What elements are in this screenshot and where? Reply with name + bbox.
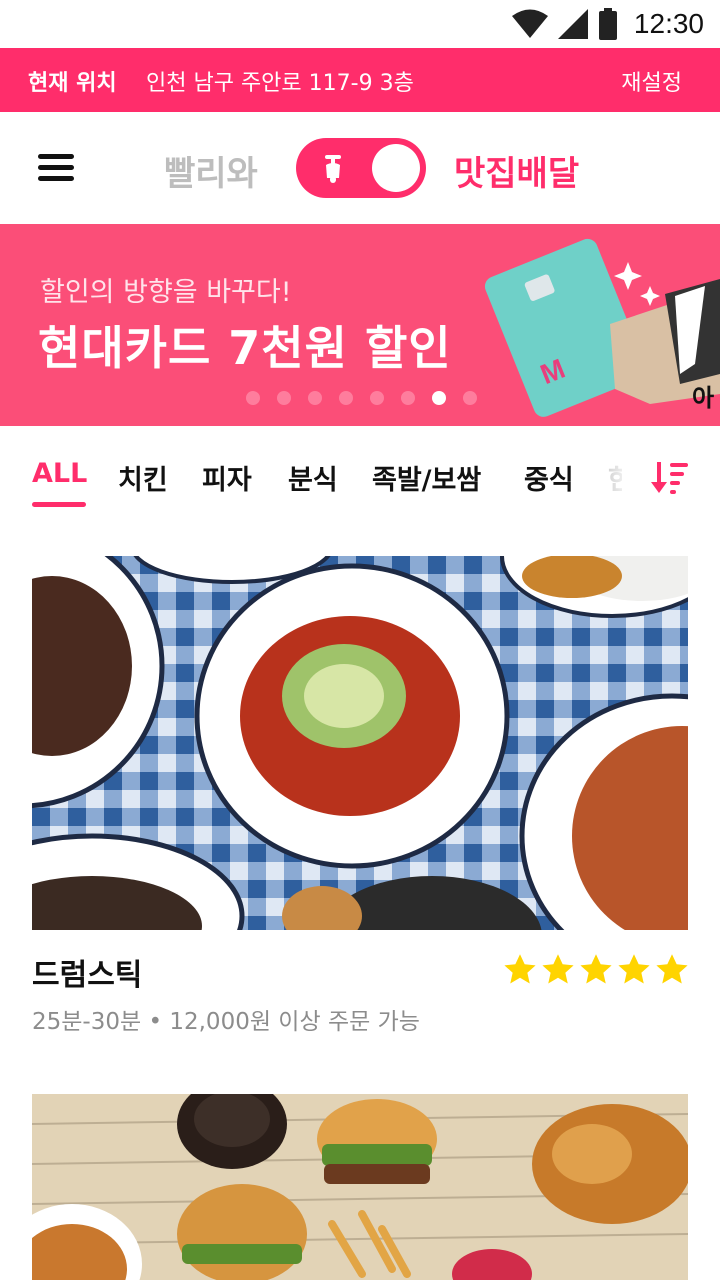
star-icon: [618, 954, 650, 984]
banner-pagination: [246, 391, 477, 405]
banner-cut-text: 아: [692, 384, 715, 412]
pagination-dot[interactable]: [246, 391, 260, 405]
status-bar: 12:30: [0, 0, 720, 48]
hamburger-menu-icon[interactable]: [38, 154, 74, 182]
delivery-time: 25분-30분: [32, 1009, 142, 1035]
rating-stars: [502, 952, 690, 988]
tab-chicken[interactable]: 치킨: [118, 458, 168, 497]
star-icon: [656, 954, 688, 984]
signal-icon: [557, 9, 588, 39]
star-icon: [542, 954, 574, 984]
status-time: 12:30: [633, 8, 704, 39]
scooter-icon: [325, 155, 341, 183]
app-header: 빨리와 맛집배달: [0, 112, 720, 224]
location-address[interactable]: 인천 남구 주안로 117-9 3층: [146, 65, 414, 97]
status-icons: 12:30: [511, 8, 704, 40]
wifi-icon: [511, 9, 548, 38]
category-tabs: ALL 치킨 피자 분식 족발/보쌈 중식 한: [0, 426, 720, 532]
pagination-dot[interactable]: [432, 391, 446, 405]
star-icon: [580, 954, 612, 984]
restaurant-meta: 25분-30분 • 12,000원 이상 주문 가능: [32, 1002, 420, 1036]
pagination-dot[interactable]: [401, 391, 415, 405]
location-bar: 현재 위치 인천 남구 주안로 117-9 3층 재설정: [0, 48, 720, 112]
delivery-mode-toggle[interactable]: [296, 138, 426, 198]
active-tab-indicator: [32, 502, 86, 507]
toggle-knob: [372, 144, 420, 192]
star-icon: [504, 954, 536, 984]
tab-all[interactable]: ALL: [32, 458, 87, 489]
restaurant-photo-2[interactable]: [32, 1094, 688, 1280]
location-reset-button[interactable]: 재설정: [621, 65, 682, 97]
pagination-dot[interactable]: [277, 391, 291, 405]
tabs-fade: [606, 456, 632, 496]
food-photo-illustration: [32, 556, 688, 930]
meta-separator: •: [148, 1009, 163, 1035]
food-photo-illustration-2: [32, 1094, 688, 1280]
min-order: 12,000원 이상 주문 가능: [169, 1009, 420, 1035]
tab-snacks[interactable]: 분식: [288, 458, 338, 497]
restaurant-photo[interactable]: [32, 556, 688, 930]
tab-pizza[interactable]: 피자: [202, 458, 252, 497]
restaurant-name[interactable]: 드럼스틱: [32, 950, 142, 994]
battery-icon: [598, 8, 617, 40]
pagination-dot[interactable]: [463, 391, 477, 405]
mode-gourmet-label[interactable]: 맛집배달: [454, 146, 579, 195]
mode-fast-label[interactable]: 빨리와: [164, 146, 258, 195]
pagination-dot[interactable]: [308, 391, 322, 405]
banner-title: 현대카드 7천원 할인: [38, 321, 452, 375]
tab-jokbal-bossam[interactable]: 족발/보쌈: [372, 458, 481, 497]
pagination-dot[interactable]: [370, 391, 384, 405]
banner-subtitle: 할인의 방향을 바꾸다!: [40, 277, 292, 308]
card-hand-illustration: M: [484, 238, 720, 417]
sort-descending-icon[interactable]: [650, 458, 690, 498]
tab-chinese[interactable]: 중식: [524, 458, 574, 497]
location-label: 현재 위치: [28, 71, 117, 96]
pagination-dot[interactable]: [339, 391, 353, 405]
